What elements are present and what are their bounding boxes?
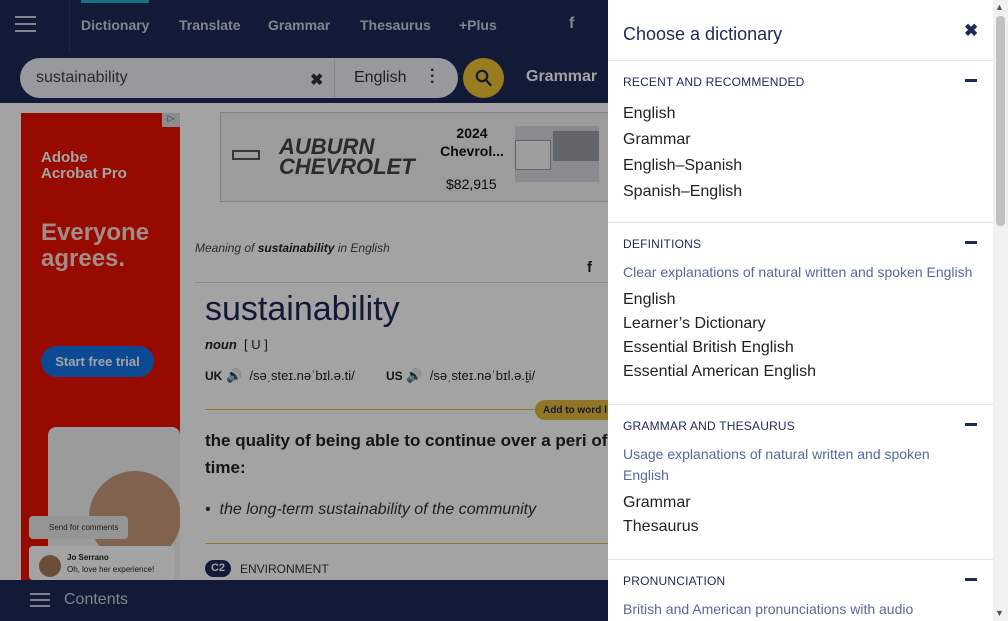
panel-title: Choose a dictionary	[623, 24, 783, 44]
dict-item-grammar[interactable]: Grammar	[623, 131, 691, 149]
collapse-icon[interactable]	[965, 79, 977, 82]
divider	[608, 404, 993, 405]
dict-item-essential-american[interactable]: Essential American English	[623, 363, 816, 381]
close-icon[interactable]: ✖	[964, 21, 978, 41]
dict-item-spanish-english[interactable]: Spanish–English	[623, 183, 742, 201]
divider	[608, 222, 993, 223]
modal-backdrop[interactable]	[0, 0, 608, 621]
section-recent-heading[interactable]: RECENT AND RECOMMENDED	[623, 75, 805, 89]
collapse-icon[interactable]	[965, 423, 977, 426]
scroll-up-icon[interactable]: ▲	[995, 2, 1004, 12]
section-grammar-description: Usage explanations of natural written an…	[623, 446, 930, 483]
dict-item-english[interactable]: English	[623, 105, 675, 123]
scroll-down-icon[interactable]: ▼	[995, 608, 1004, 618]
collapse-icon[interactable]	[965, 578, 977, 581]
section-pronunciation-heading[interactable]: PRONUNCIATION	[623, 574, 725, 588]
collapse-icon[interactable]	[965, 241, 977, 244]
divider	[608, 60, 993, 61]
scrollbar-thumb[interactable]	[996, 16, 1005, 226]
divider	[608, 559, 993, 560]
dict-item-english-spanish[interactable]: English–Spanish	[623, 157, 742, 175]
dict-item-learners[interactable]: Learner’s Dictionary	[623, 315, 766, 333]
dict-item-thesaurus[interactable]: Thesaurus	[623, 518, 699, 536]
choose-dictionary-panel: Choose a dictionary ✖ RECENT AND RECOMME…	[608, 0, 993, 621]
dict-item-grammar[interactable]: Grammar	[623, 494, 691, 512]
section-grammar-heading[interactable]: GRAMMAR AND THESAURUS	[623, 419, 795, 433]
dict-item-essential-british[interactable]: Essential British English	[623, 339, 794, 357]
dict-item-english[interactable]: English	[623, 291, 675, 309]
section-definitions-description: Clear explanations of natural written an…	[623, 264, 973, 280]
section-definitions-heading[interactable]: DEFINITIONS	[623, 237, 701, 251]
section-pronunciation-description: British and American pronunciations with…	[623, 601, 914, 617]
